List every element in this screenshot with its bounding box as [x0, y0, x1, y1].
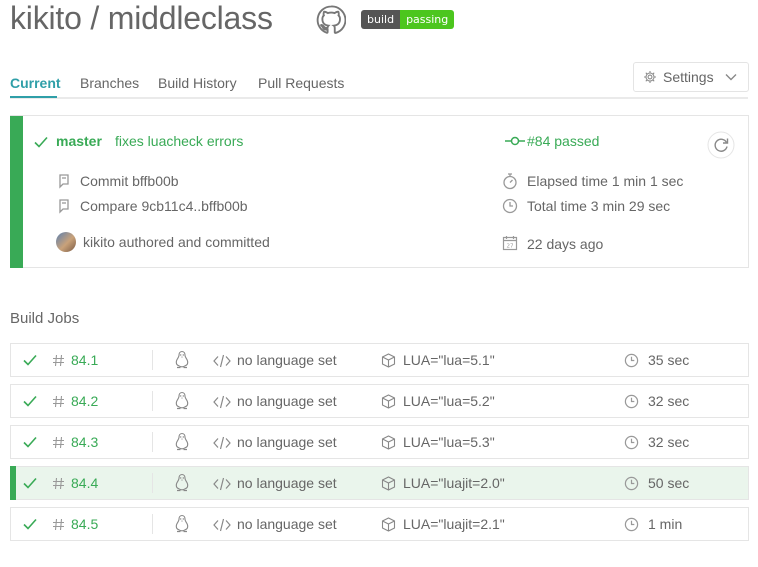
total-time: Total time 3 min 29 sec	[527, 198, 671, 214]
box-icon	[381, 353, 396, 368]
clock-icon	[624, 435, 639, 450]
check-icon	[23, 436, 37, 448]
job-duration: 32 sec	[648, 393, 690, 409]
gear-icon	[644, 71, 656, 83]
job-language: no language set	[237, 393, 337, 409]
linux-tux-icon	[175, 432, 189, 451]
check-icon	[23, 354, 37, 366]
column-divider	[152, 350, 153, 370]
branch-name[interactable]: master	[56, 133, 102, 149]
commit-link[interactable]: Commit bffb00b	[80, 173, 179, 189]
job-language: no language set	[237, 352, 337, 368]
author-info: kikito authored and committed	[83, 234, 270, 250]
column-divider	[152, 391, 153, 411]
build-job-row[interactable]: 84.4 no language set LUA="luajit=2.0" 50 se…	[10, 466, 749, 500]
settings-label: Settings	[663, 69, 714, 85]
code-icon	[213, 477, 231, 491]
badge-label: build	[361, 10, 401, 29]
svg-text:27: 27	[507, 244, 514, 250]
box-icon	[381, 517, 396, 532]
current-build-card: master fixes luacheck errors #84 passed …	[10, 115, 749, 268]
tab-build-history[interactable]: Build History	[158, 75, 237, 91]
job-env: LUA="lua=5.1"	[403, 352, 495, 368]
clock-icon	[624, 353, 639, 368]
job-number[interactable]: 84.4	[71, 475, 98, 491]
stopwatch-icon	[503, 173, 517, 190]
job-number[interactable]: 84.1	[71, 352, 98, 368]
hash-icon	[53, 518, 64, 531]
settings-dropdown[interactable]: Settings	[633, 62, 749, 92]
linux-tux-icon	[175, 391, 189, 410]
job-duration: 1 min	[648, 516, 683, 532]
box-icon	[381, 394, 396, 409]
check-icon	[23, 477, 37, 489]
column-divider	[152, 432, 153, 452]
build-job-row[interactable]: 84.1 no language set LUA="lua=5.1" 35 sec	[10, 343, 749, 377]
job-duration: 35 sec	[648, 352, 690, 368]
build-status-badge[interactable]: build passing	[361, 10, 455, 29]
build-jobs-title: Build Jobs	[10, 310, 80, 327]
commit-message[interactable]: fixes luacheck errors	[115, 133, 243, 149]
clock-icon	[624, 517, 639, 532]
build-date: 22 days ago	[527, 236, 604, 252]
tab-pull-requests[interactable]: Pull Requests	[258, 75, 344, 91]
linux-tux-icon	[175, 350, 189, 369]
build-status[interactable]: #84 passed	[527, 133, 599, 149]
code-icon	[213, 518, 231, 532]
job-language: no language set	[237, 434, 337, 450]
clock-icon	[502, 198, 518, 214]
column-divider	[152, 473, 153, 493]
compare-link[interactable]: Compare 9cb11c4..bffb00b	[80, 198, 248, 214]
github-icon[interactable]	[316, 5, 346, 35]
commit-icon	[505, 136, 525, 146]
tab-current[interactable]: Current	[10, 75, 61, 91]
linux-tux-icon	[175, 473, 189, 492]
box-icon	[381, 435, 396, 450]
job-env: LUA="lua=5.2"	[403, 393, 495, 409]
job-env: LUA="luajit=2.1"	[403, 516, 505, 532]
job-duration: 50 sec	[648, 475, 690, 491]
chevron-down-icon	[725, 74, 737, 81]
build-job-row[interactable]: 84.3 no language set LUA="lua=5.3" 32 sec	[10, 425, 749, 459]
job-language: no language set	[237, 516, 337, 532]
active-tab-indicator	[10, 96, 57, 98]
hash-icon	[53, 395, 64, 408]
linux-tux-icon	[175, 514, 189, 533]
job-language: no language set	[237, 475, 337, 491]
job-highlight-bar	[10, 466, 16, 500]
commit-icon	[59, 174, 69, 189]
clock-icon	[624, 476, 639, 491]
hash-icon	[53, 354, 64, 367]
code-icon	[213, 354, 231, 368]
job-env: LUA="lua=5.3"	[403, 434, 495, 450]
compare-icon	[59, 199, 69, 214]
tab-branches[interactable]: Branches	[80, 75, 139, 91]
job-env: LUA="luajit=2.0"	[403, 475, 505, 491]
build-job-row[interactable]: 84.2 no language set LUA="lua=5.2" 32 sec	[10, 384, 749, 418]
hash-icon	[53, 477, 64, 490]
job-number[interactable]: 84.2	[71, 393, 98, 409]
check-icon	[34, 136, 48, 148]
code-icon	[213, 395, 231, 409]
job-number[interactable]: 84.3	[71, 434, 98, 450]
box-icon	[381, 476, 396, 491]
build-status-bar	[10, 116, 23, 268]
avatar	[56, 232, 76, 252]
clock-icon	[624, 394, 639, 409]
build-job-row[interactable]: 84.5 no language set LUA="luajit=2.1" 1 min	[10, 507, 749, 541]
repo-title[interactable]: kikito / middleclass	[10, 0, 273, 37]
job-duration: 32 sec	[648, 434, 690, 450]
code-icon	[213, 436, 231, 450]
column-divider	[152, 514, 153, 534]
hash-icon	[53, 436, 64, 449]
check-icon	[23, 395, 37, 407]
job-number[interactable]: 84.5	[71, 516, 98, 532]
restart-icon[interactable]	[707, 131, 735, 159]
check-icon	[23, 518, 37, 530]
elapsed-time: Elapsed time 1 min 1 sec	[527, 173, 684, 189]
calendar-icon: 27	[502, 236, 518, 251]
badge-status: passing	[400, 10, 455, 29]
